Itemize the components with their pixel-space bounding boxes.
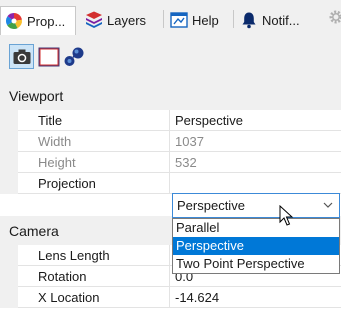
property-row-width: Width 1037: [0, 131, 341, 152]
property-name: Height: [18, 152, 170, 173]
projection-option-two-point-perspective[interactable]: Two Point Perspective: [173, 255, 339, 273]
layers-icon: [86, 11, 102, 28]
tab-help[interactable]: Help: [166, 7, 230, 33]
projection-option-perspective[interactable]: Perspective: [173, 237, 339, 255]
projection-cell: [170, 173, 341, 194]
bell-icon: [242, 12, 256, 29]
x-location-value[interactable]: -14.624: [170, 287, 341, 308]
properties-toolbar: [0, 35, 341, 81]
help-icon: [170, 12, 188, 28]
property-name: Rotation: [18, 266, 170, 287]
camera-icon: [13, 49, 30, 64]
row-gutter: [0, 131, 18, 152]
tab-label: Help: [192, 12, 219, 28]
row-gutter: [0, 287, 18, 308]
property-name: X Location: [18, 287, 170, 308]
projection-select[interactable]: Perspective: [172, 193, 340, 218]
tab-label: Prop...: [27, 13, 66, 29]
gear-icon[interactable]: [328, 9, 341, 25]
title-value[interactable]: Perspective: [170, 110, 341, 131]
chevron-down-icon[interactable]: [323, 201, 333, 209]
projection-selected-value: Perspective: [177, 198, 245, 213]
tab-label: Notif...: [262, 12, 300, 28]
tab-label: Layers: [107, 12, 147, 28]
property-row-projection[interactable]: Projection: [0, 173, 341, 194]
rectangle-frame-icon: [38, 47, 59, 66]
panel-tab-strip: Prop... Layers Help Notif...: [0, 0, 341, 35]
section-viewport[interactable]: Viewport: [0, 81, 341, 110]
material-spheres-icon: [64, 47, 83, 66]
row-gutter: [0, 152, 18, 173]
property-name: Width: [18, 131, 170, 152]
tab-divider: [233, 10, 234, 28]
height-value: 532: [170, 152, 341, 173]
color-wheel-icon: [5, 12, 23, 30]
properties-panel: Prop... Layers Help Notif... Viewport Ti…: [0, 0, 341, 325]
viewport-properties-button[interactable]: [9, 44, 34, 69]
material-button[interactable]: [61, 44, 86, 69]
property-name: Title: [18, 110, 170, 131]
width-value: 1037: [170, 131, 341, 152]
property-name: Projection: [18, 173, 170, 194]
row-gutter: [0, 266, 18, 287]
mouse-cursor-icon: [279, 205, 294, 226]
property-row-x-location[interactable]: X Location -14.624: [0, 287, 341, 308]
property-name: Lens Length: [18, 245, 170, 266]
property-row-title[interactable]: Title Perspective: [0, 110, 341, 131]
display-frame-button[interactable]: [36, 44, 61, 69]
row-gutter: [0, 245, 18, 266]
row-gutter: [0, 173, 18, 194]
tab-notifications[interactable]: Notif...: [236, 7, 320, 33]
property-row-height: Height 532: [0, 152, 341, 173]
tab-properties[interactable]: Prop...: [0, 6, 76, 35]
row-gutter: [0, 110, 18, 131]
projection-option-parallel[interactable]: Parallel: [173, 219, 339, 237]
projection-dropdown-list: Parallel Perspective Two Point Perspecti…: [172, 218, 340, 274]
tab-layers[interactable]: Layers: [81, 7, 161, 33]
tab-divider: [163, 10, 164, 28]
